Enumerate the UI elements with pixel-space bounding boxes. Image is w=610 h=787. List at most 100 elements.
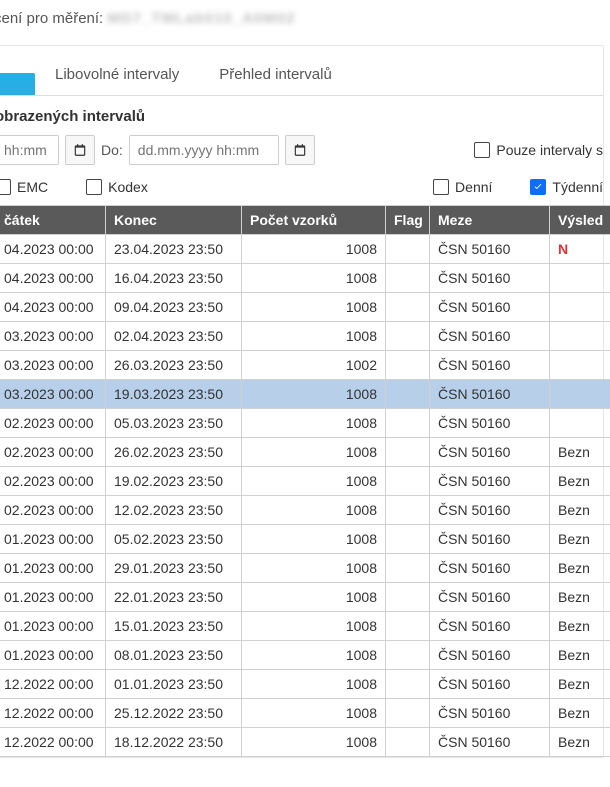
cell-end: 05.03.2023 23:50 bbox=[106, 409, 242, 438]
cell-result bbox=[550, 380, 610, 409]
cell-meze: ČSN 50160 bbox=[430, 293, 550, 322]
title-prefix: cení pro měření: bbox=[0, 10, 103, 27]
cell-result: Bezn bbox=[550, 525, 610, 554]
cell-start: 12.2022 00:00 bbox=[0, 728, 106, 757]
cell-flag bbox=[386, 583, 430, 612]
only-intervals-label: Pouze intervaly s bbox=[496, 142, 603, 158]
section-caption: obrazených intervalů bbox=[0, 96, 603, 131]
cell-start: 03.2023 00:00 bbox=[0, 351, 106, 380]
table-row[interactable]: 02.2023 00:0005.03.2023 23:501008ČSN 501… bbox=[0, 409, 610, 438]
cell-meze: ČSN 50160 bbox=[430, 583, 550, 612]
table-row[interactable]: 12.2022 00:0025.12.2022 23:501008ČSN 501… bbox=[0, 699, 610, 728]
cell-flag bbox=[386, 438, 430, 467]
cell-end: 26.02.2023 23:50 bbox=[106, 438, 242, 467]
table-row[interactable]: 12.2022 00:0001.01.2023 23:501008ČSN 501… bbox=[0, 670, 610, 699]
tydenni-checkbox[interactable]: Týdenní bbox=[530, 179, 603, 195]
table-row[interactable]: 02.2023 00:0019.02.2023 23:501008ČSN 501… bbox=[0, 467, 610, 496]
cell-start: 01.2023 00:00 bbox=[0, 641, 106, 670]
kodex-checkbox[interactable]: Kodex bbox=[86, 179, 148, 195]
tydenni-label: Týdenní bbox=[552, 179, 603, 195]
cell-result bbox=[550, 351, 610, 380]
cell-flag bbox=[386, 293, 430, 322]
cell-count: 1008 bbox=[242, 583, 386, 612]
cell-result: Bezn bbox=[550, 670, 610, 699]
cell-flag bbox=[386, 351, 430, 380]
cell-end: 22.01.2023 23:50 bbox=[106, 583, 242, 612]
tab-active[interactable] bbox=[0, 73, 35, 95]
table-row[interactable]: 04.2023 00:0009.04.2023 23:501008ČSN 501… bbox=[0, 293, 610, 322]
cell-start: 01.2023 00:00 bbox=[0, 583, 106, 612]
col-meze[interactable]: Meze bbox=[430, 206, 550, 235]
table-row[interactable]: 01.2023 00:0029.01.2023 23:501008ČSN 501… bbox=[0, 554, 610, 583]
cell-start: 01.2023 00:00 bbox=[0, 554, 106, 583]
table-row[interactable]: 04.2023 00:0016.04.2023 23:501008ČSN 501… bbox=[0, 264, 610, 293]
table-row[interactable]: 03.2023 00:0026.03.2023 23:501002ČSN 501… bbox=[0, 351, 610, 380]
cell-result bbox=[550, 264, 610, 293]
cell-meze: ČSN 50160 bbox=[430, 641, 550, 670]
table-row[interactable]: 01.2023 00:0005.02.2023 23:501008ČSN 501… bbox=[0, 525, 610, 554]
cell-end: 18.12.2022 23:50 bbox=[106, 728, 242, 757]
table-row[interactable]: 01.2023 00:0008.01.2023 23:501008ČSN 501… bbox=[0, 641, 610, 670]
cell-end: 05.02.2023 23:50 bbox=[106, 525, 242, 554]
cell-end: 26.03.2023 23:50 bbox=[106, 351, 242, 380]
cell-start: 02.2023 00:00 bbox=[0, 409, 106, 438]
cell-flag bbox=[386, 699, 430, 728]
checkbox-icon bbox=[433, 179, 449, 195]
table-row[interactable]: 01.2023 00:0015.01.2023 23:501008ČSN 501… bbox=[0, 612, 610, 641]
cell-start: 03.2023 00:00 bbox=[0, 380, 106, 409]
from-calendar-button[interactable] bbox=[65, 135, 95, 165]
cell-count: 1002 bbox=[242, 351, 386, 380]
cell-flag bbox=[386, 612, 430, 641]
cell-flag bbox=[386, 670, 430, 699]
tab-libovolne-intervaly[interactable]: Libovolné intervaly bbox=[35, 56, 199, 95]
cell-meze: ČSN 50160 bbox=[430, 699, 550, 728]
from-time-input[interactable] bbox=[0, 135, 59, 165]
cell-count: 1008 bbox=[242, 699, 386, 728]
cell-result: Bezn bbox=[550, 728, 610, 757]
cell-start: 02.2023 00:00 bbox=[0, 467, 106, 496]
cell-result: N bbox=[550, 235, 610, 264]
emc-checkbox[interactable]: EMC bbox=[0, 179, 48, 195]
to-datetime-input[interactable] bbox=[129, 135, 279, 165]
cell-meze: ČSN 50160 bbox=[430, 380, 550, 409]
table-row[interactable]: 12.2022 00:0018.12.2022 23:501008 ČSN 501… bbox=[0, 728, 610, 757]
cell-meze: ČSN 50160 bbox=[430, 554, 550, 583]
only-intervals-checkbox[interactable]: Pouze intervaly s bbox=[474, 142, 603, 158]
to-calendar-button[interactable] bbox=[285, 135, 315, 165]
cell-count: 1008 bbox=[242, 322, 386, 351]
cell-count: 1008 bbox=[242, 380, 386, 409]
col-result[interactable]: Výsled bbox=[550, 206, 610, 235]
cell-count: 1008 bbox=[242, 438, 386, 467]
cell-start: 02.2023 00:00 bbox=[0, 438, 106, 467]
tab-prehled-intervalu[interactable]: Přehled intervalů bbox=[199, 56, 352, 95]
denni-checkbox[interactable]: Denní bbox=[433, 179, 492, 195]
col-flag[interactable]: Flag bbox=[386, 206, 430, 235]
table-row[interactable]: 01.2023 00:0022.01.2023 23:501008 ČSN 501… bbox=[0, 583, 610, 612]
cell-meze: ČSN 50160 bbox=[430, 264, 550, 293]
table-row[interactable]: 04.2023 00:0023.04.2023 23:501008ČSN 501… bbox=[0, 235, 610, 264]
cell-count: 1008 bbox=[242, 641, 386, 670]
table-row[interactable]: 02.2023 00:0026.02.2023 23:501008ČSN 501… bbox=[0, 438, 610, 467]
cell-end: 09.04.2023 23:50 bbox=[106, 293, 242, 322]
cell-flag bbox=[386, 496, 430, 525]
cell-end: 16.04.2023 23:50 bbox=[106, 264, 242, 293]
page-title: cení pro měření: MD7_TMLab010_A0M02 bbox=[0, 0, 604, 45]
cell-flag bbox=[386, 728, 430, 757]
table-row[interactable]: 03.2023 00:0002.04.2023 23:501008ČSN 501… bbox=[0, 322, 610, 351]
col-end[interactable]: Konec bbox=[106, 206, 242, 235]
checkbox-icon bbox=[474, 142, 490, 158]
cell-end: 02.04.2023 23:50 bbox=[106, 322, 242, 351]
cell-meze: ČSN 50160 bbox=[430, 728, 550, 757]
table-row[interactable]: 02.2023 00:0012.02.2023 23:501008ČSN 501… bbox=[0, 496, 610, 525]
intervals-table: čátek Konec Počet vzorků Flag Meze Výsle… bbox=[0, 205, 610, 757]
checkbox-icon bbox=[0, 179, 11, 195]
col-count[interactable]: Počet vzorků bbox=[242, 206, 386, 235]
cell-count: 1008 bbox=[242, 728, 386, 757]
table-row[interactable]: 03.2023 00:0019.03.2023 23:501008ČSN 501… bbox=[0, 380, 610, 409]
cell-start: 01.2023 00:00 bbox=[0, 612, 106, 641]
cell-meze: ČSN 50160 bbox=[430, 525, 550, 554]
cell-end: 25.12.2022 23:50 bbox=[106, 699, 242, 728]
cell-result: Bezn bbox=[550, 496, 610, 525]
col-start[interactable]: čátek bbox=[0, 206, 106, 235]
cell-flag bbox=[386, 525, 430, 554]
